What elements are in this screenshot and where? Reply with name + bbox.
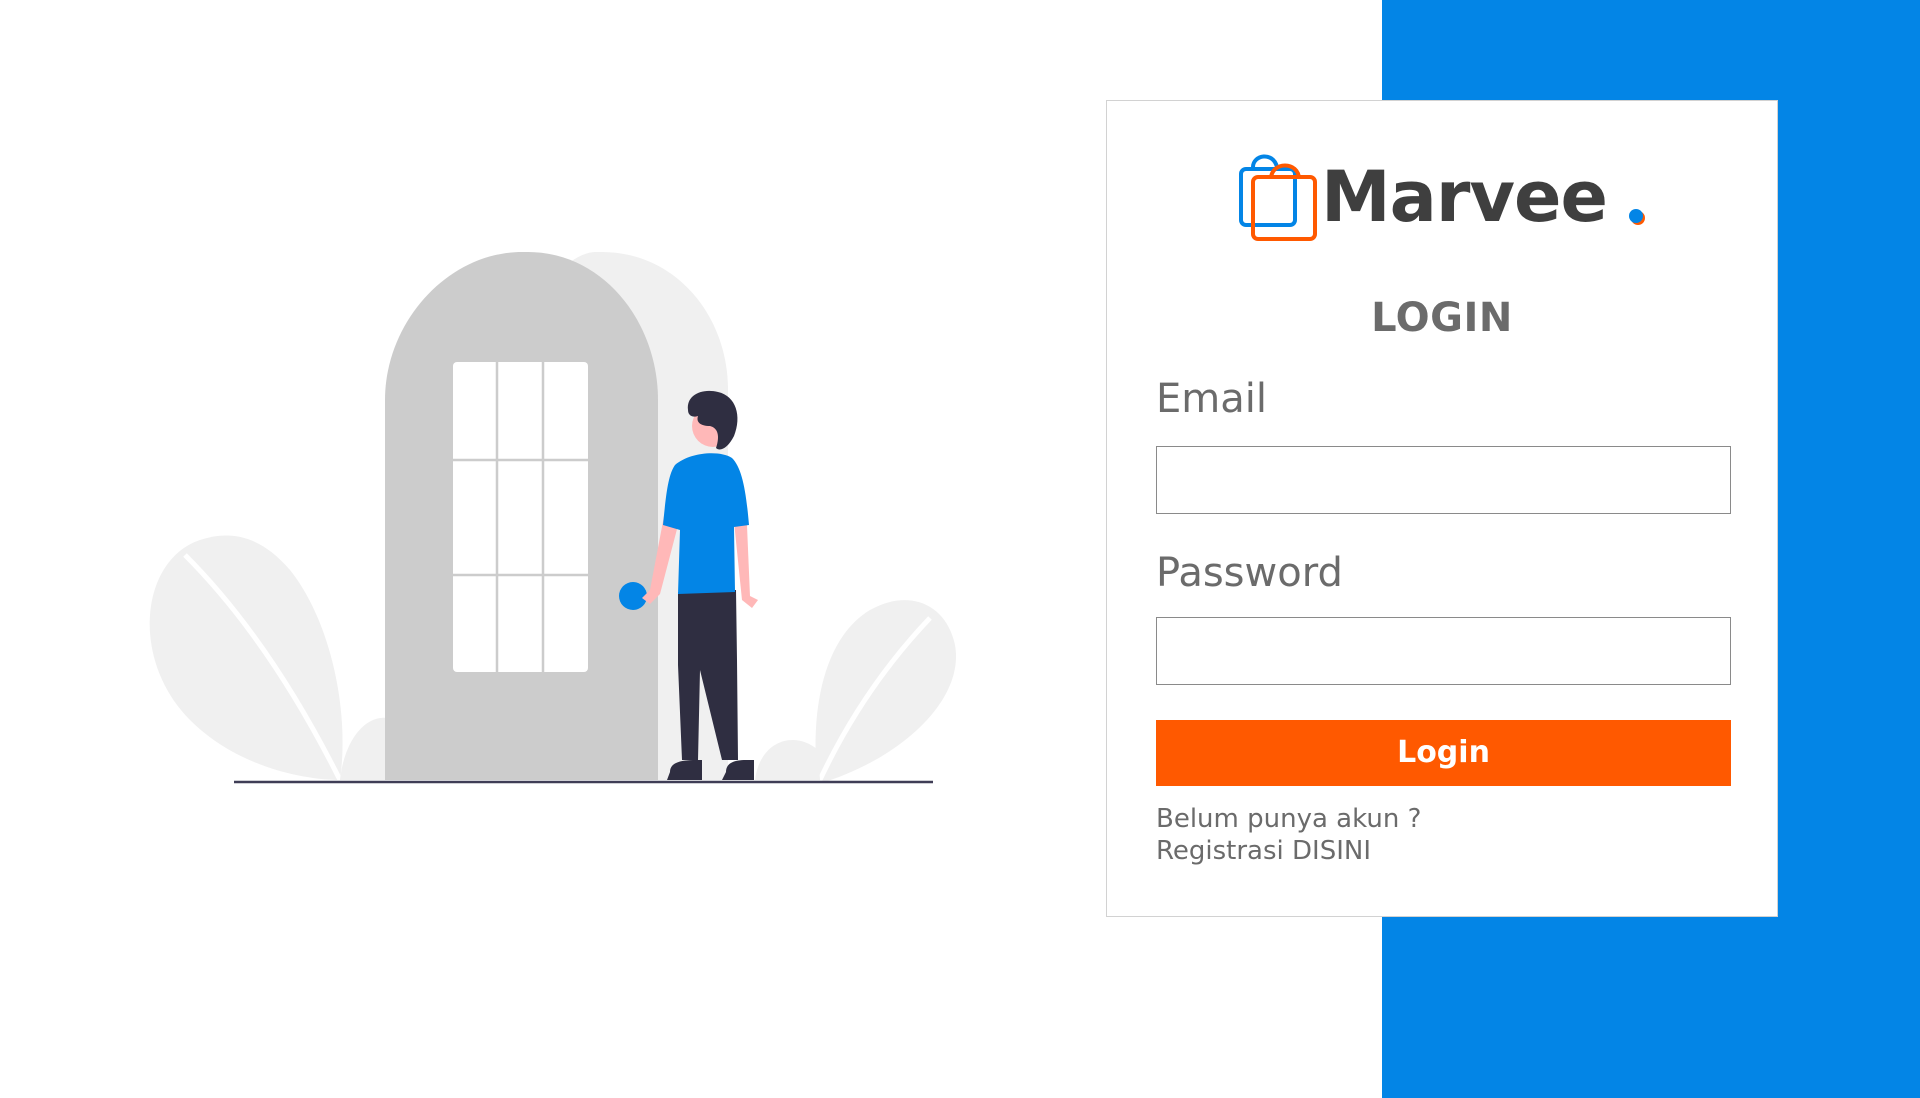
password-field[interactable] <box>1156 617 1731 685</box>
login-page: Marvee LOGIN Email Password Login Belum … <box>0 0 1920 1098</box>
login-button[interactable]: Login <box>1156 720 1731 786</box>
login-card: Marvee LOGIN Email Password Login Belum … <box>1106 100 1778 917</box>
brand-name: Marvee <box>1321 156 1608 238</box>
register-prompt: Belum punya akun ? <box>1156 804 1422 834</box>
shopping-bag-icon <box>1237 149 1321 245</box>
email-label: Email <box>1156 376 1267 422</box>
register-section: Belum punya akun ? Registrasi DISINI <box>1156 803 1421 867</box>
email-field[interactable] <box>1156 446 1731 514</box>
brand-logo: Marvee <box>1237 149 1657 249</box>
password-label: Password <box>1156 550 1343 596</box>
dot-icon <box>1627 207 1647 227</box>
register-link[interactable]: Registrasi DISINI <box>1156 835 1421 867</box>
person-at-door-illustration <box>130 240 970 800</box>
login-title: LOGIN <box>1371 295 1513 341</box>
